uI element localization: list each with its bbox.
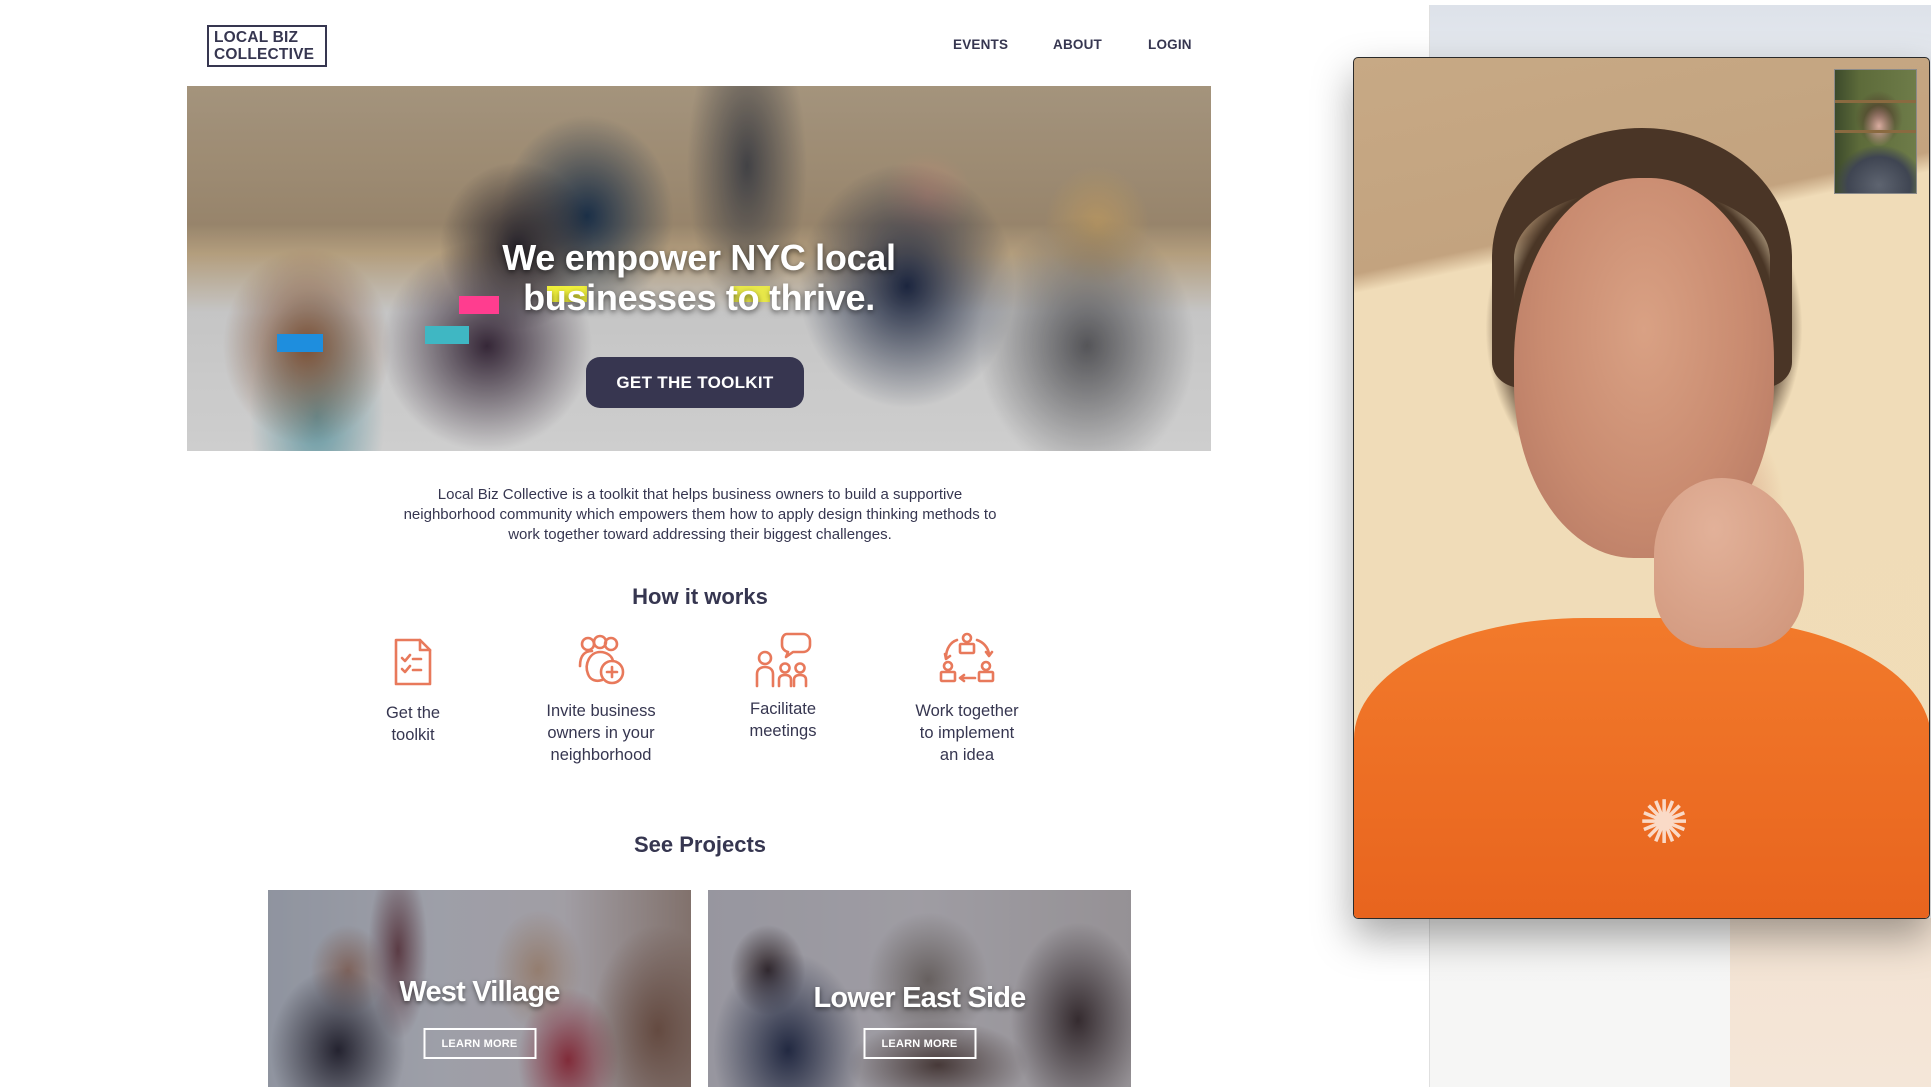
remote-video-hand <box>1654 478 1804 648</box>
how-it-works-heading: How it works <box>632 584 768 609</box>
step-invite-owners: Invite business owners in your neighborh… <box>526 634 676 766</box>
step-label-line: Get the <box>385 704 441 722</box>
step-label-line: Work together <box>915 702 1019 720</box>
step-label-line: Invite business <box>546 702 656 720</box>
step-label: Invite business owners in your neighborh… <box>526 700 676 766</box>
hero-headline: We empower NYC local businesses to thriv… <box>187 238 1211 318</box>
group-add-icon <box>578 634 625 685</box>
step-get-toolkit: Get the toolkit <box>338 636 488 746</box>
self-view-shelf <box>1835 130 1916 133</box>
logo-line-2: COLLECTIVE <box>214 45 315 63</box>
meeting-speech-icon <box>755 632 812 688</box>
hero-photo-sticky-note <box>277 334 323 352</box>
self-view-pip[interactable] <box>1834 69 1917 194</box>
remote-video-shirt <box>1354 618 1929 918</box>
nav-login-link[interactable]: LOGIN <box>1148 37 1192 55</box>
checklist-icon <box>394 638 432 686</box>
see-projects-heading: See Projects <box>633 832 767 857</box>
desktop-background <box>1730 918 1931 1087</box>
site-logo[interactable]: LOCAL BIZ COLLECTIVE <box>207 25 327 67</box>
hero-headline-line-1: We empower NYC local <box>502 237 896 278</box>
shirt-emblem-icon: ✺ <box>1639 789 1690 856</box>
nav-events-link[interactable]: EVENTS <box>953 37 1008 55</box>
step-label-line: Facilitate <box>749 700 817 718</box>
website-page: LOCAL BIZ COLLECTIVE EVENTS ABOUT LOGIN … <box>0 0 1430 1087</box>
learn-more-button[interactable]: LEARN MORE <box>423 1028 536 1059</box>
get-toolkit-button[interactable]: GET THE TOOLKIT <box>586 357 804 408</box>
step-facilitate-meetings: Facilitate meetings <box>708 630 858 742</box>
step-label-line: to implement <box>919 724 1015 742</box>
step-label-line: owners in your <box>547 724 655 742</box>
step-label-line: an idea <box>939 746 995 764</box>
project-card-west-village[interactable]: West Village LEARN MORE <box>268 890 691 1087</box>
intro-paragraph: Local Biz Collective is a toolkit that h… <box>403 486 997 543</box>
step-work-together: Work together to implement an idea <box>892 632 1042 766</box>
learn-more-button[interactable]: LEARN MORE <box>863 1028 976 1059</box>
step-label-line: neighborhood <box>550 746 652 764</box>
hero-photo-sticky-note <box>425 326 469 344</box>
hero-headline-line-2: businesses to thrive. <box>523 277 875 318</box>
project-card-title: Lower East Side <box>813 982 1026 1014</box>
collaboration-cycle-icon <box>939 632 995 683</box>
hero-banner: We empower NYC local businesses to thriv… <box>187 86 1211 451</box>
project-card-lower-east-side[interactable]: Lower East Side LEARN MORE <box>708 890 1131 1087</box>
step-label: Facilitate meetings <box>708 698 858 742</box>
step-label: Work together to implement an idea <box>892 700 1042 766</box>
project-card-title: West Village <box>399 976 560 1008</box>
step-label-line: toolkit <box>391 726 435 744</box>
self-view-shelf <box>1835 100 1916 103</box>
nav-about-link[interactable]: ABOUT <box>1053 37 1102 55</box>
logo-line-1: LOCAL BIZ <box>214 29 299 46</box>
step-label-line: meetings <box>749 722 817 740</box>
step-label: Get the toolkit <box>338 702 488 746</box>
